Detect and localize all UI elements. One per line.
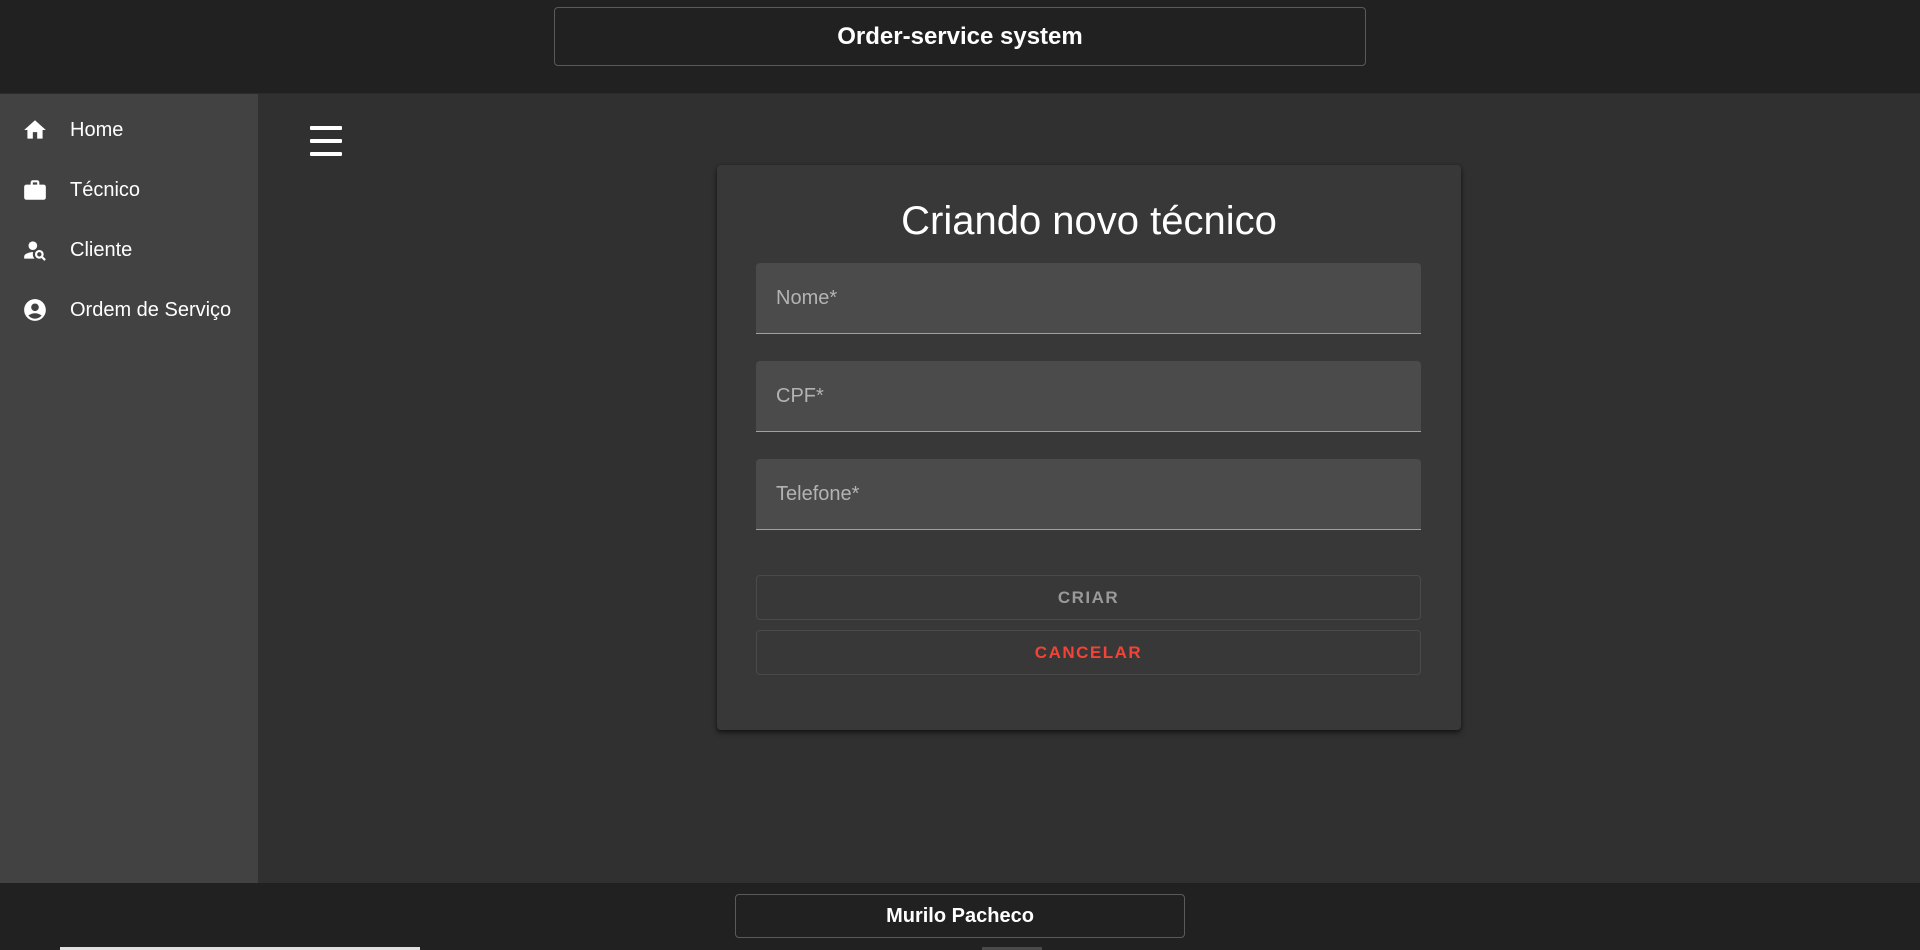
menu-icon-bar bbox=[310, 126, 342, 130]
telefone-input[interactable] bbox=[756, 459, 1421, 529]
footer: Murilo Pacheco bbox=[0, 883, 1920, 950]
cpf-field[interactable] bbox=[756, 361, 1421, 432]
app-title: Order-service system bbox=[554, 7, 1366, 66]
sidebar-item-label: Cliente bbox=[70, 238, 133, 261]
menu-icon-bar bbox=[310, 152, 342, 156]
nome-field[interactable] bbox=[756, 263, 1421, 334]
nome-input[interactable] bbox=[756, 263, 1421, 333]
form-title: Criando novo técnico bbox=[901, 199, 1277, 243]
sidebar-item-label: Home bbox=[70, 118, 124, 141]
cpf-input[interactable] bbox=[756, 361, 1421, 431]
sidebar-item-tecnico[interactable]: Técnico bbox=[0, 160, 258, 220]
create-button[interactable]: CRIAR bbox=[756, 575, 1421, 620]
briefcase-icon bbox=[22, 177, 48, 203]
sidebar-item-label: Técnico bbox=[70, 178, 141, 201]
sidebar-item-label: Ordem de Serviço bbox=[70, 298, 232, 321]
main-content: Criando novo técnico CRIAR CANCELAR bbox=[258, 94, 1920, 883]
top-toolbar: Order-service system bbox=[0, 0, 1920, 94]
sidebar-item-cliente[interactable]: Cliente bbox=[0, 220, 258, 280]
menu-icon[interactable] bbox=[310, 126, 344, 156]
sidebar-item-home[interactable]: Home bbox=[0, 100, 258, 160]
sidebar-item-ordem-de-servico[interactable]: Ordem de Serviço bbox=[0, 280, 258, 340]
account-circle-icon bbox=[22, 297, 48, 323]
person-search-icon bbox=[22, 237, 48, 263]
sidebar: Home Técnico Cliente Ordem de Serviço bbox=[0, 94, 258, 883]
create-technician-card: Criando novo técnico CRIAR CANCELAR bbox=[717, 165, 1461, 730]
cancel-button[interactable]: CANCELAR bbox=[756, 630, 1421, 675]
author-name: Murilo Pacheco bbox=[735, 894, 1185, 938]
menu-icon-bar bbox=[310, 139, 342, 143]
telefone-field[interactable] bbox=[756, 459, 1421, 530]
home-icon bbox=[22, 117, 48, 143]
